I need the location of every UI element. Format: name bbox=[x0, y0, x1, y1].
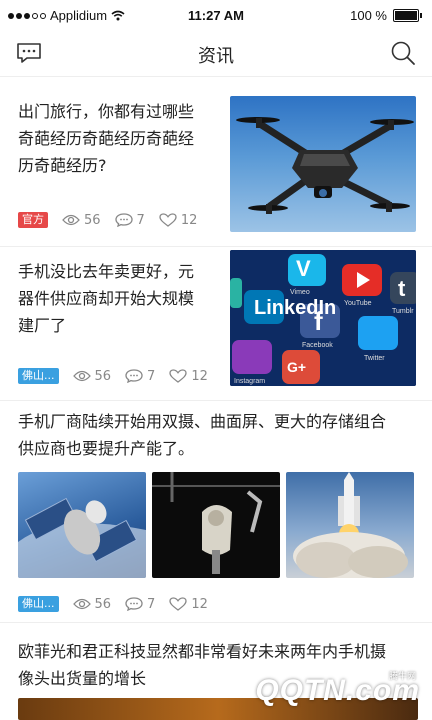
svg-text:f: f bbox=[314, 306, 323, 336]
comment-icon bbox=[125, 597, 143, 611]
article-title[interactable]: 手机没比去年卖更好，元 器件供应商却开始大规模 建厂了 bbox=[18, 258, 218, 339]
likes-count[interactable]: 12 bbox=[159, 213, 197, 228]
svg-text:Facebook: Facebook bbox=[302, 342, 333, 349]
rocket-launch-image bbox=[293, 472, 408, 578]
likes-count[interactable]: 12 bbox=[169, 369, 208, 384]
article-item[interactable]: 手机厂商陆续开始用双摄、曲面屏、更大的存储组合 供应商也要提升产能了。 佛山..… bbox=[0, 400, 432, 623]
battery-nub bbox=[420, 13, 422, 18]
spacecraft-image bbox=[18, 497, 146, 578]
eye-icon bbox=[72, 598, 91, 610]
article-meta: 官方 56 7 12 bbox=[18, 212, 197, 228]
nav-bar: 资讯 bbox=[0, 32, 432, 77]
svg-text:YouTube: YouTube bbox=[344, 300, 372, 307]
comment-icon bbox=[125, 369, 143, 383]
heart-icon bbox=[169, 369, 187, 383]
svg-text:t: t bbox=[398, 276, 406, 301]
comments-count[interactable]: 7 bbox=[114, 213, 145, 228]
article-thumbnail[interactable] bbox=[152, 472, 280, 578]
heart-icon bbox=[159, 213, 177, 227]
eye-icon bbox=[62, 214, 80, 226]
source-tag: 佛山... bbox=[18, 368, 59, 384]
likes-count[interactable]: 12 bbox=[169, 597, 208, 612]
svg-text:Tumblr: Tumblr bbox=[392, 308, 414, 315]
page-title: 资讯 bbox=[198, 46, 234, 67]
status-bar: Applidium 11:27 AM 100 % bbox=[0, 0, 432, 32]
battery-icon bbox=[393, 9, 419, 22]
views-count: 56 bbox=[72, 369, 111, 384]
source-tag: 佛山... bbox=[18, 596, 59, 612]
article-title[interactable]: 出门旅行，你都有过哪些 奇葩经历奇葩经历奇葩经 历奇葩经历? bbox=[18, 98, 218, 179]
article-thumbnail[interactable]: LinkedIn f V t G+ Vimeo YouTube Tumblr F… bbox=[230, 250, 416, 386]
views-count: 56 bbox=[72, 597, 111, 612]
watermark: 腾牛网 QQTN.com bbox=[255, 672, 426, 716]
article-item[interactable]: 出门旅行，你都有过哪些 奇葩经历奇葩经历奇葩经 历奇葩经历? 官方 56 7 1… bbox=[0, 76, 432, 247]
source-tag: 官方 bbox=[18, 212, 48, 228]
heart-icon bbox=[169, 597, 187, 611]
svg-text:Twitter: Twitter bbox=[364, 355, 385, 362]
article-title[interactable]: 手机厂商陆续开始用双摄、曲面屏、更大的存储组合 供应商也要提升产能了。 bbox=[18, 408, 418, 462]
svg-text:Instagram: Instagram bbox=[234, 378, 265, 385]
svg-text:V: V bbox=[296, 256, 311, 281]
article-meta: 佛山... 56 7 12 bbox=[18, 596, 208, 612]
social-apps-image: LinkedIn f V t G+ Vimeo YouTube Tumblr F… bbox=[230, 250, 416, 386]
eye-icon bbox=[72, 370, 91, 382]
article-meta: 佛山... 56 7 12 bbox=[18, 368, 208, 384]
watermark-text: QQTN.com bbox=[255, 674, 420, 707]
article-thumbnail[interactable] bbox=[18, 472, 146, 578]
svg-text:LinkedIn: LinkedIn bbox=[254, 297, 336, 319]
comment-icon bbox=[114, 213, 133, 227]
svg-text:G+: G+ bbox=[287, 359, 306, 375]
views-count: 56 bbox=[62, 213, 101, 228]
search-icon[interactable] bbox=[390, 40, 416, 66]
space-station-image bbox=[152, 472, 280, 574]
status-right: 100 % bbox=[350, 8, 422, 23]
svg-text:Vimeo: Vimeo bbox=[290, 289, 310, 296]
comments-count[interactable]: 7 bbox=[125, 597, 155, 612]
article-thumbnail[interactable] bbox=[230, 96, 416, 232]
article-thumbnail[interactable] bbox=[286, 472, 414, 578]
comments-count[interactable]: 7 bbox=[125, 369, 155, 384]
article-item[interactable]: 手机没比去年卖更好，元 器件供应商却开始大规模 建厂了 佛山... 56 7 1… bbox=[0, 246, 432, 401]
drone-image bbox=[236, 117, 414, 214]
battery-label: 100 % bbox=[350, 8, 387, 23]
